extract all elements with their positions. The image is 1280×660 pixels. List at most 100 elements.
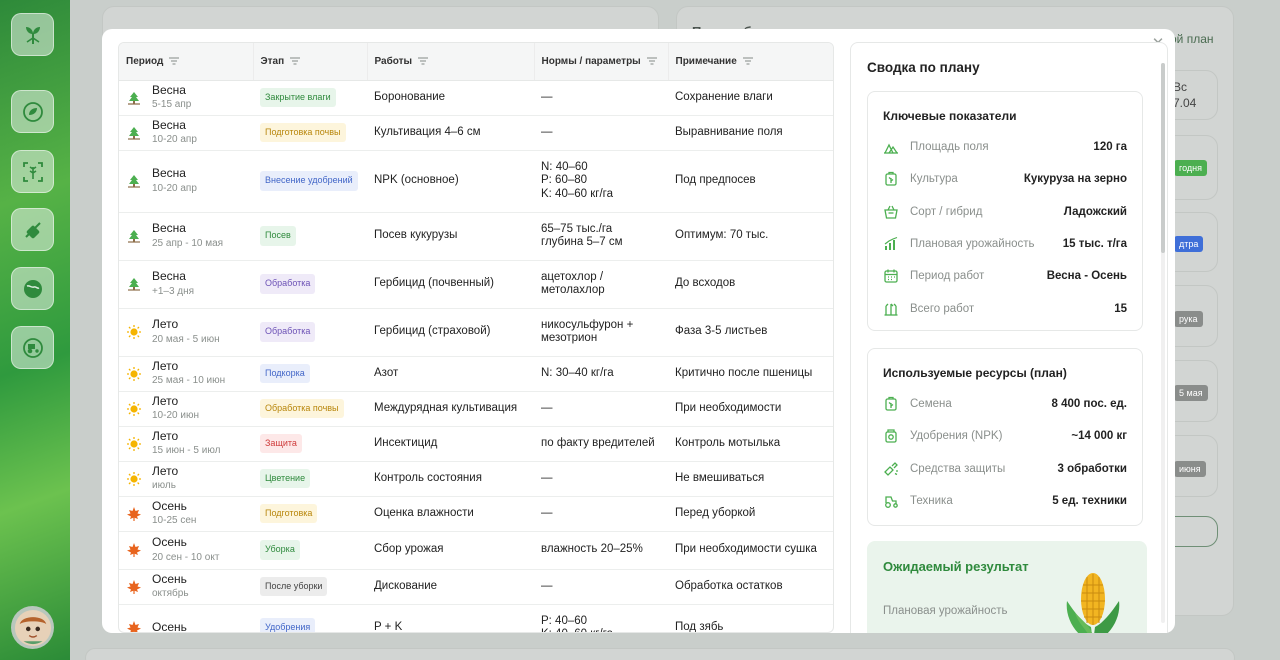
nav-crop-icon[interactable]	[11, 90, 54, 133]
season-label: Лето	[152, 393, 179, 408]
expected-result-subtitle: Плановая урожайность	[883, 605, 1008, 617]
sun-icon	[126, 436, 142, 452]
table-row[interactable]: Весна +1–3 дня Обработка Гербицид (почве…	[119, 260, 833, 309]
work-cell: Посев кукурузы	[367, 212, 534, 261]
avatar[interactable]	[11, 606, 54, 649]
stage-badge: После уборки	[260, 576, 328, 597]
season-label: Осень	[152, 619, 187, 633]
stage-cell: Обработка	[253, 260, 367, 309]
table-row[interactable]: Лето 15 июн - 5 июл Защита Инсектицид по…	[119, 426, 833, 462]
nav-fertilizer-icon[interactable]	[11, 208, 54, 251]
period-dates: 10-20 апр	[152, 134, 197, 145]
summary-row-value: ~14 000 кг	[1071, 430, 1127, 443]
period-cell: Весна 10-20 апр	[119, 115, 253, 151]
column-header[interactable]: Работы	[367, 43, 535, 81]
season-label: Осень	[152, 535, 187, 549]
summary-row-label: Всего работ	[910, 302, 975, 315]
nav-globe-icon[interactable]	[11, 267, 54, 310]
column-header[interactable]: Период	[119, 43, 254, 81]
table-row[interactable]: Осень Удобрения P + K P: 40–60 K: 40–60 …	[119, 604, 833, 633]
norms-cell: N: 30–40 кг/га	[534, 356, 668, 392]
column-header-label: Этап	[260, 55, 285, 67]
summary-title: Сводка по плану	[867, 60, 980, 75]
sort-icon[interactable]	[742, 57, 753, 65]
summary-row-label: Техника	[910, 494, 953, 507]
summary-scroll-thumb[interactable]	[1161, 63, 1165, 253]
norms-cell: —	[534, 391, 668, 427]
period-cell: Лето 15 июн - 5 июл	[119, 426, 253, 462]
column-header[interactable]: Этап	[253, 43, 368, 81]
stage-cell: Обработка почвы	[253, 391, 367, 427]
table-row[interactable]: Лето июль Цветение Контроль состояния — …	[119, 461, 833, 497]
period-cell: Лето июль	[119, 461, 253, 497]
note-cell: Обработка остатков	[668, 569, 833, 605]
resources-card: Используемые ресурсы (план) Семена 8 400…	[867, 348, 1143, 526]
note-cell: Выравнивание поля	[668, 115, 833, 151]
norms-cell: влажность 20–25%	[534, 531, 668, 570]
table-row[interactable]: Лето 20 мая - 5 июн Обработка Гербицид (…	[119, 308, 833, 357]
period-cell: Лето 20 мая - 5 июн	[119, 308, 253, 357]
table-row[interactable]: Лето 25 мая - 10 июн Подкорка Азот N: 30…	[119, 356, 833, 392]
summary-row: Техника 5 ед. техники	[883, 491, 1127, 511]
period-cell: Весна 5-15 апр	[119, 80, 253, 116]
plan-table: Период Этап Работы Нормы / параметры Примеча…	[118, 42, 834, 633]
season-label: Весна	[152, 221, 186, 235]
column-header[interactable]: Нормы / параметры	[534, 43, 669, 81]
sort-icon[interactable]	[290, 57, 301, 65]
table-row[interactable]: Весна 10-20 апр Подготовка почвы Культив…	[119, 115, 833, 151]
seed-basket-icon	[883, 204, 899, 220]
maple-leaf-icon	[126, 620, 142, 632]
table-row[interactable]: Осень октябрь После уборки Дискование — …	[119, 569, 833, 605]
stage-badge: Внесение удобрений	[260, 171, 358, 191]
sort-icon[interactable]	[169, 57, 180, 65]
season-label: Осень	[152, 498, 187, 513]
work-cell: Инсектицид	[367, 426, 534, 462]
stage-cell: Обработка	[253, 308, 367, 357]
period-dates: июль	[152, 480, 176, 491]
summary-row-value: 120 га	[1093, 141, 1127, 153]
sun-icon	[126, 324, 142, 340]
table-row[interactable]: Весна 10-20 апр Внесение удобрений NPK (…	[119, 150, 833, 213]
stage-badge: Защита	[260, 433, 302, 454]
summary-row-value: 3 обработки	[1057, 462, 1127, 475]
spring-icon	[126, 276, 142, 292]
stage-badge: Обработка почвы	[260, 398, 344, 419]
logo-sprout-icon[interactable]	[11, 13, 54, 56]
sort-icon[interactable]	[646, 57, 657, 65]
column-header-label: Работы	[374, 55, 413, 67]
works-icon	[883, 301, 899, 317]
period-cell: Весна +1–3 дня	[119, 260, 253, 309]
spring-icon	[126, 90, 142, 106]
period-cell: Лето 10-20 июн	[119, 391, 253, 427]
period-cell: Весна 10-20 апр	[119, 150, 253, 213]
work-cell: NPK (основное)	[367, 150, 534, 213]
fertilizer-icon	[883, 428, 899, 444]
period-cell: Осень 10-25 сен	[119, 496, 253, 532]
work-cell: Оценка влажности	[367, 496, 534, 532]
work-cell: Дискование	[367, 569, 534, 605]
season-label: Лето	[152, 463, 179, 478]
column-header[interactable]: Примечание	[668, 43, 833, 81]
period-cell: Весна 25 апр - 10 мая	[119, 212, 253, 261]
period-cell: Осень	[119, 604, 253, 633]
sort-icon[interactable]	[418, 57, 429, 65]
summary-row-label: Удобрения (NPK)	[910, 430, 1003, 443]
summary-row: Семена 8 400 пос. ед.	[883, 394, 1127, 414]
norms-cell: по факту вредителей	[534, 426, 668, 462]
table-row[interactable]: Лето 10-20 июн Обработка почвы Междурядн…	[119, 391, 833, 427]
table-row[interactable]: Весна 5-15 апр Закрытие влаги Бороновани…	[119, 80, 833, 116]
note-cell: До всходов	[668, 260, 833, 309]
season-label: Осень	[152, 571, 187, 586]
note-cell: При необходимости	[668, 391, 833, 427]
field-area-icon	[883, 139, 899, 155]
stage-badge: Цветение	[260, 468, 311, 489]
nav-scan-wheat-icon[interactable]	[11, 150, 54, 193]
table-row[interactable]: Весна 25 апр - 10 мая Посев Посев кукуру…	[119, 212, 833, 261]
norms-cell: —	[534, 80, 668, 116]
table-row[interactable]: Осень 20 сен - 10 окт Уборка Сбор урожая…	[119, 531, 833, 570]
nav-tractor-icon[interactable]	[11, 326, 54, 369]
summary-row: Сорт / гибрид Ладожский	[883, 202, 1127, 222]
table-row[interactable]: Осень 10-25 сен Подготовка Оценка влажно…	[119, 496, 833, 532]
spring-icon	[126, 228, 142, 244]
norms-cell: —	[534, 461, 668, 497]
